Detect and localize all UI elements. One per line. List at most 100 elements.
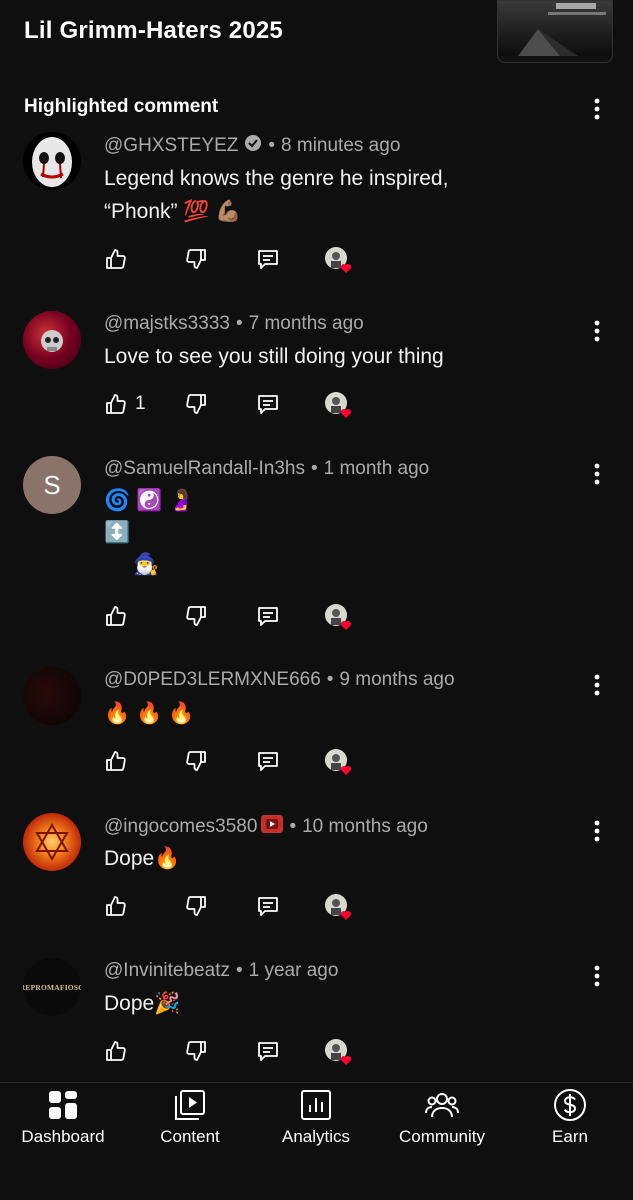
avatar[interactable]: S [23,456,81,514]
thumbs-up-icon [106,751,126,771]
creator-heart-icon[interactable] [324,748,354,778]
comment-author[interactable]: @majstks3333 [104,313,230,335]
comment-menu-icon[interactable] [585,963,609,989]
thumbs-down-icon [186,1041,206,1061]
thumbs-up-icon [106,606,126,626]
like-button[interactable] [104,893,135,919]
avatar-letter: S [43,469,61,500]
header: Lil Grimm-Haters 2025 [0,0,633,70]
dislike-button[interactable] [184,1038,208,1064]
creator-heart-icon[interactable] [324,893,354,923]
avatar[interactable] [23,667,81,725]
nav-label: Community [399,1127,485,1146]
more-options-icon[interactable] [584,96,610,122]
reply-button[interactable] [256,246,280,272]
video-title: Lil Grimm-Haters 2025 [24,17,283,44]
comment-actions [104,246,364,274]
nav-label: Earn [552,1127,588,1146]
comment-menu-icon[interactable] [585,818,609,844]
avatar[interactable] [23,132,81,190]
avatar[interactable] [23,813,81,871]
nav-item-community[interactable]: Community [382,1083,502,1173]
comment-author[interactable]: @Invinitebeatz [104,960,230,982]
reply-icon [258,250,278,269]
community-icon [424,1087,460,1123]
thumbs-up-icon [106,1041,126,1061]
highlighted-comment-heading: Highlighted comment [24,96,219,117]
thumbs-up-icon [106,896,126,916]
creator-heart-icon[interactable] [324,246,354,276]
reply-button[interactable] [256,391,280,417]
dislike-button[interactable] [184,893,208,919]
video-thumbnail[interactable] [497,0,613,63]
dislike-button[interactable] [184,748,208,774]
reply-button[interactable] [256,1038,280,1064]
thumbs-down-icon [186,249,206,269]
thumbs-down-icon [186,394,206,414]
reply-icon [258,897,278,916]
comment-time: 1 year ago [248,960,339,981]
comment-text: Dope🔥 [104,847,181,870]
avatar[interactable] [23,311,81,369]
verified-icon [244,134,262,158]
comment-text: Love to see you still doing your thing [104,345,444,368]
reply-icon [258,752,278,771]
thumbs-up-icon [106,394,126,414]
comment-author[interactable]: @SamuelRandall-In3hs [104,458,305,480]
dislike-button[interactable] [184,391,208,417]
creator-heart-icon[interactable] [324,603,354,633]
like-button[interactable] [104,246,135,272]
reply-icon [258,607,278,626]
comment-actions: 1 [104,391,364,419]
comment-text: 🔥 🔥 🔥 [104,702,195,725]
dislike-button[interactable] [184,603,208,629]
member-icon [261,815,284,839]
separator: • [310,458,318,479]
reply-icon [258,1042,278,1061]
separator: • [268,135,276,156]
comment-author[interactable]: @ingocomes3580 [104,816,257,838]
comment-menu-icon[interactable] [585,672,609,698]
reply-button[interactable] [256,603,280,629]
comment-menu-icon[interactable] [585,318,609,344]
comment-menu-icon[interactable] [585,461,609,487]
creator-heart-icon[interactable] [324,391,354,421]
separator: • [326,669,334,690]
dashboard-icon [45,1087,81,1123]
like-count: 1 [135,393,146,414]
thumbs-down-icon [186,896,206,916]
like-button[interactable] [104,748,135,774]
thumbs-down-icon [186,751,206,771]
reply-button[interactable] [256,748,280,774]
like-button[interactable]: 1 [104,391,146,417]
nav-label: Dashboard [21,1127,105,1146]
avatar[interactable]: REPROMAFIOSO [23,958,81,1016]
reply-icon [258,395,278,414]
comment-author[interactable]: @GHXSTEYEZ [104,135,238,157]
comment-actions [104,603,364,631]
comment-text: Dope🎉 [104,992,181,1015]
analytics-icon [298,1087,334,1123]
creator-heart-icon[interactable] [324,1038,354,1068]
like-button[interactable] [104,1038,135,1064]
comment-time: 10 months ago [302,816,428,837]
separator: • [235,313,243,334]
comment-text: Legend knows the genre he inspired, “Pho… [104,167,449,223]
comment-text: 🌀 ☯️ 🤰 ↕️ 🧙‍♂️ [104,489,195,576]
like-button[interactable] [104,603,135,629]
dislike-button[interactable] [184,246,208,272]
content-icon [172,1087,208,1123]
comment-author[interactable]: @D0PED3LERMXNE666 [104,669,321,691]
thumbs-up-icon [106,249,126,269]
comment-actions [104,748,364,776]
comment-time: 9 months ago [339,669,455,690]
comment-actions [104,1038,364,1066]
thumbs-down-icon [186,606,206,626]
nav-item-earn[interactable]: Earn [510,1083,630,1173]
comment-time: 7 months ago [248,313,364,334]
nav-item-content[interactable]: Content [130,1083,250,1173]
nav-item-dashboard[interactable]: Dashboard [3,1083,123,1173]
comment-time: 8 minutes ago [281,135,401,156]
reply-button[interactable] [256,893,280,919]
nav-item-analytics[interactable]: Analytics [256,1083,376,1173]
